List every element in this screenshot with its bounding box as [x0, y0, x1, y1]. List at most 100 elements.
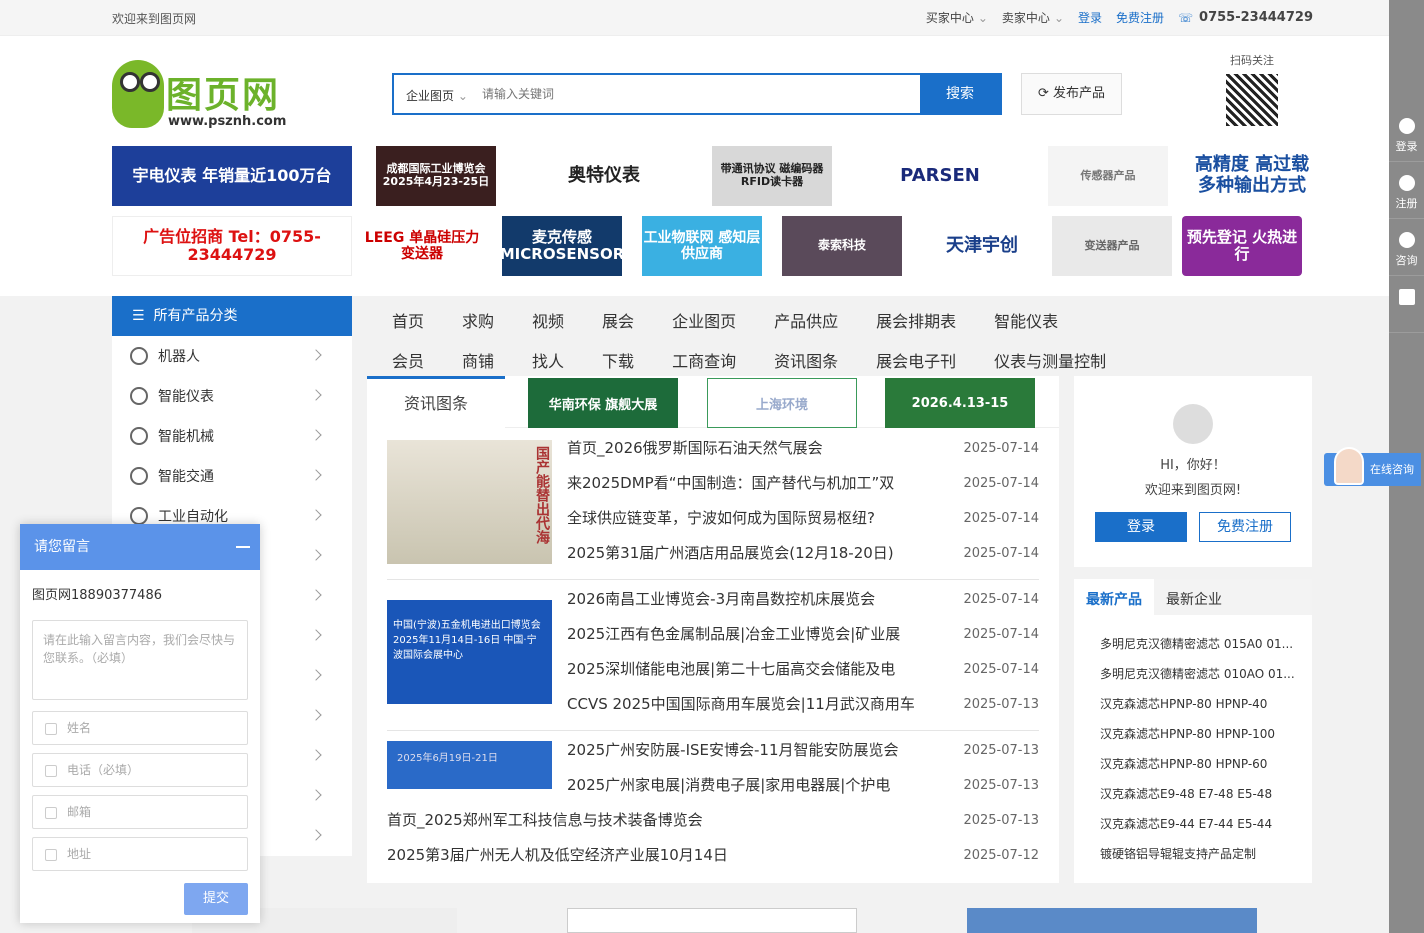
- product-item[interactable]: 汉克森滤芯E9-44 E7-44 E5-44: [1100, 809, 1296, 839]
- product-item[interactable]: 多明尼克汉德精密滤芯 010AO 01...: [1100, 659, 1296, 689]
- minimize-icon[interactable]: [236, 546, 250, 548]
- nav-item[interactable]: 企业图页: [672, 308, 736, 332]
- product-item[interactable]: 汉克森滤芯HPNP-80 HPNP-100: [1100, 719, 1296, 749]
- news-item[interactable]: 首页_2026俄罗斯国际石油天然气展会 2025-07-14: [567, 431, 1039, 466]
- product-item[interactable]: 汉克森滤芯HPNP-80 HPNP-40: [1100, 689, 1296, 719]
- nav-item[interactable]: 商铺: [462, 348, 494, 372]
- sidebar-document[interactable]: [1389, 277, 1424, 333]
- register-button[interactable]: 免费注册: [1199, 512, 1291, 542]
- product-image[interactable]: [967, 908, 1257, 933]
- category-item[interactable]: 智能机械: [112, 416, 352, 456]
- online-consult-button[interactable]: 在线咨询: [1324, 447, 1421, 486]
- ad-banner[interactable]: 预先登记 火热进行: [1182, 216, 1302, 276]
- seller-center-link[interactable]: 卖家中心: [1002, 9, 1050, 26]
- login-link[interactable]: 登录: [1078, 9, 1102, 26]
- news-item[interactable]: 2025深圳储能电池展|第二十七届高交会储能及电 2025-07-14: [567, 652, 1039, 687]
- nav-item[interactable]: 找人: [532, 348, 564, 372]
- nav-item[interactable]: 会员: [392, 348, 424, 372]
- nav-item[interactable]: 下载: [602, 348, 634, 372]
- add-user-icon: [1398, 175, 1415, 191]
- news-banner[interactable]: 2026.4.13-15: [885, 378, 1035, 428]
- category-item[interactable]: 智能交通: [112, 456, 352, 496]
- product-item[interactable]: 多明尼克汉德精密滤芯 015A0 01...: [1100, 629, 1296, 659]
- news-item[interactable]: 全球供应链变革，宁波如何成为国际贸易枢纽? 2025-07-14: [567, 501, 1039, 536]
- ad-banner[interactable]: 广告位招商 Tel：0755-23444729: [112, 216, 352, 276]
- nav-item[interactable]: 产品供应: [774, 308, 838, 332]
- news-item[interactable]: 2025广州安防展-ISE安博会-11月智能安防展览会 2025-07-13: [567, 733, 1039, 768]
- news-item[interactable]: 2026南昌工业博览会-3月南昌数控机床展览会 2025-07-14: [567, 582, 1039, 617]
- phone-input[interactable]: 电话（必填）: [32, 753, 248, 787]
- message-form: 请您留言 图页网18890377486 请在此输入留言内容，我们会尽快与您联系。…: [20, 524, 260, 923]
- news-item[interactable]: 2025第3届广州无人机及低空经济产业展10月14日 2025-07-12: [387, 838, 1039, 873]
- nav-home[interactable]: 首页: [392, 308, 424, 332]
- ad-banner[interactable]: 传感器产品: [1048, 146, 1168, 206]
- product-image[interactable]: [567, 908, 857, 933]
- ad-banner[interactable]: 宇电仪表 年销量近100万台: [112, 146, 352, 206]
- search-button[interactable]: 搜索: [920, 75, 1000, 113]
- tab-latest-companies[interactable]: 最新企业: [1154, 579, 1234, 615]
- address-input[interactable]: 地址: [32, 837, 248, 871]
- publish-product-button[interactable]: ⟳ 发布产品: [1021, 73, 1122, 115]
- news-item[interactable]: 2025江西有色金属制品展|冶金工业博览会|矿业展 2025-07-14: [567, 617, 1039, 652]
- site-logo[interactable]: 图页网 www.psznh.com: [112, 60, 292, 132]
- nav-item[interactable]: 工商查询: [672, 348, 736, 372]
- product-item[interactable]: 镀硬铬铝导辊辊支持产品定制: [1100, 839, 1296, 869]
- logo-url: www.psznh.com: [168, 114, 287, 129]
- submit-button[interactable]: 提交: [184, 883, 248, 915]
- product-item[interactable]: 汉克森滤芯HPNP-80 HPNP-60: [1100, 749, 1296, 779]
- nav-item[interactable]: 求购: [462, 308, 494, 332]
- sidebar-login[interactable]: 登录: [1389, 106, 1424, 162]
- ad-banner[interactable]: 天津宇创: [922, 216, 1042, 276]
- nav-item[interactable]: 仪表与测量控制: [994, 348, 1106, 372]
- ad-banner[interactable]: 工业物联网 感知层供应商: [642, 216, 762, 276]
- all-categories-button[interactable]: ☰ 所有产品分类: [112, 296, 352, 336]
- sidebar-register[interactable]: 注册: [1389, 163, 1424, 219]
- nav-item[interactable]: 资讯图条: [774, 348, 838, 372]
- email-input[interactable]: 邮箱: [32, 795, 248, 829]
- nav-item[interactable]: 智能仪表: [994, 308, 1058, 332]
- ad-banner[interactable]: 成都国际工业博览会 2025年4月23-25日: [376, 146, 496, 206]
- news-item[interactable]: 2025第31届广州酒店用品展览会(12月18-20日) 2025-07-14: [567, 536, 1039, 571]
- news-image[interactable]: 中国(宁波)五金机电进出口博览会 2025年11月14日-16日 中国·宁波国际…: [387, 600, 552, 704]
- product-item[interactable]: 汉克森滤芯E9-48 E7-48 E5-48: [1100, 779, 1296, 809]
- ad-banner[interactable]: 泰索科技: [782, 216, 902, 276]
- news-panel: 资讯图条 华南环保 旗舰大展 上海环境 2026.4.13-15 国产能替出代海…: [367, 376, 1059, 883]
- automation-icon: [130, 507, 148, 525]
- news-image[interactable]: 2025年6月19日-21日: [387, 741, 552, 789]
- login-button[interactable]: 登录: [1095, 512, 1187, 542]
- search-input[interactable]: [474, 75, 920, 113]
- buyer-center-link[interactable]: 买家中心: [926, 9, 974, 26]
- ad-banner[interactable]: 麦克传感 MICROSENSOR: [502, 216, 622, 276]
- nav-item[interactable]: 展会排期表: [876, 308, 956, 332]
- ad-banner[interactable]: 变送器产品: [1052, 216, 1172, 276]
- ad-banner[interactable]: 带通讯协议 磁编码器 RFID读卡器: [712, 146, 832, 206]
- news-item[interactable]: CCVS 2025中国国际商用车展览会|11月武汉商用车 2025-07-13: [567, 687, 1039, 722]
- chevron-right-icon: [310, 749, 322, 761]
- news-banner[interactable]: 华南环保 旗舰大展: [528, 378, 678, 428]
- register-link[interactable]: 免费注册: [1116, 9, 1164, 26]
- news-item[interactable]: 首页_2025郑州军工科技信息与技术装备博览会 2025-07-13: [387, 803, 1039, 838]
- search-category-select[interactable]: 企业图页 ⌄: [394, 75, 474, 113]
- news-item[interactable]: 来2025DMP看“中国制造：国产替代与机加工”双 2025-07-14: [567, 466, 1039, 501]
- ad-banner[interactable]: 奥特仪表: [544, 146, 664, 206]
- name-input[interactable]: 姓名: [32, 711, 248, 745]
- category-item[interactable]: 机器人: [112, 336, 352, 376]
- news-image[interactable]: 国产能替出代海: [387, 440, 552, 564]
- ad-banner[interactable]: PARSEN: [880, 146, 1000, 206]
- message-content-input[interactable]: 请在此输入留言内容，我们会尽快与您联系。（必填）: [32, 620, 248, 700]
- category-item[interactable]: 智能仪表: [112, 376, 352, 416]
- nav-item[interactable]: 展会: [602, 308, 634, 332]
- gear-icon: [130, 427, 148, 445]
- news-banner[interactable]: 上海环境: [707, 378, 857, 428]
- chevron-right-icon: [310, 549, 322, 561]
- sidebar-consult[interactable]: 咨询: [1389, 220, 1424, 276]
- nav-item[interactable]: 展会电子刊: [876, 348, 956, 372]
- tab-news[interactable]: 资讯图条: [367, 376, 505, 428]
- ad-banner[interactable]: LEEG 单晶硅压力变送器: [362, 216, 482, 276]
- chevron-right-icon: [310, 789, 322, 801]
- ad-banner[interactable]: 高精度 高过载 多种输出方式: [1192, 146, 1312, 206]
- gauge-icon: [130, 387, 148, 405]
- nav-item[interactable]: 视频: [532, 308, 564, 332]
- news-item[interactable]: 2025广州家电展|消费电子展|家用电器展|个护电 2025-07-13: [567, 768, 1039, 803]
- tab-latest-products[interactable]: 最新产品: [1074, 579, 1154, 615]
